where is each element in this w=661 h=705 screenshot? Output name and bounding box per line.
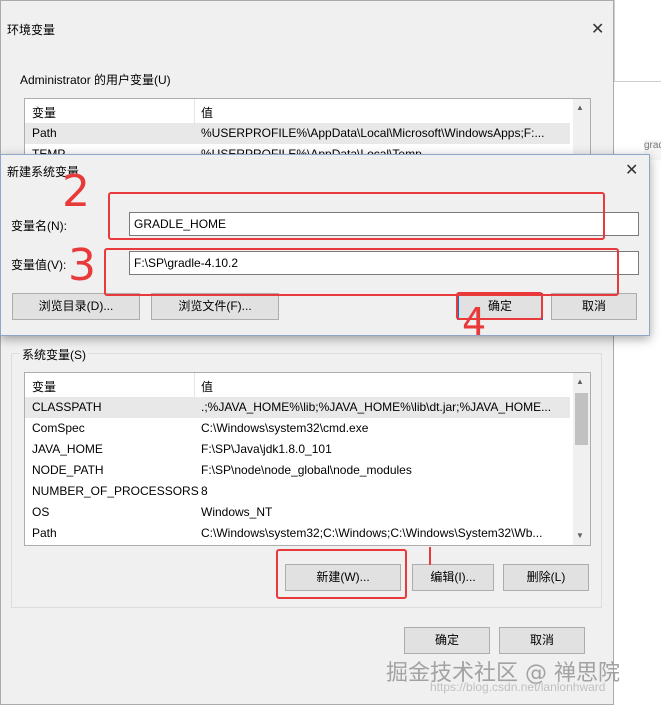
delete-button[interactable]: 删除(L) bbox=[503, 564, 589, 591]
column-header-variable[interactable]: 变量 bbox=[32, 104, 56, 121]
list-row[interactable]: Path %USERPROFILE%\AppData\Local\Microso… bbox=[25, 123, 570, 144]
scroll-up-icon[interactable]: ▲ bbox=[576, 377, 584, 386]
user-variables-list[interactable]: 变量 值 Path %USERPROFILE%\AppData\Local\Mi… bbox=[24, 98, 591, 160]
annotation-step-4: 4 bbox=[462, 300, 487, 344]
list-row[interactable]: NODE_PATH F:\SP\node\node_global\node_mo… bbox=[25, 460, 570, 481]
variable-name: Path bbox=[32, 526, 57, 540]
scroll-up-icon[interactable]: ▲ bbox=[576, 103, 584, 112]
annotation-step-3: 3 bbox=[68, 240, 96, 291]
env-variables-window: 环境变量 ✕ Administrator 的用户变量(U) 变量 值 Path … bbox=[0, 0, 614, 705]
system-variables-label: 系统变量(S) bbox=[20, 346, 88, 363]
variable-value: %USERPROFILE%\AppData\Local\Microsoft\Wi… bbox=[201, 126, 545, 140]
variable-value: Windows_NT bbox=[201, 505, 273, 519]
list-row[interactable]: OS Windows_NT bbox=[25, 502, 570, 523]
list-row[interactable]: NUMBER_OF_PROCESSORS 8 bbox=[25, 481, 570, 502]
variable-value: C:\Windows\system32;C:\Windows;C:\Window… bbox=[201, 526, 543, 540]
vertical-scrollbar[interactable]: ▲ ▼ bbox=[573, 373, 590, 545]
dialog-cancel-button[interactable]: 取消 bbox=[551, 293, 637, 320]
column-header-variable[interactable]: 变量 bbox=[32, 378, 56, 395]
list-header: 变量 值 bbox=[25, 99, 570, 124]
scroll-thumb[interactable] bbox=[575, 393, 588, 445]
column-header-value[interactable]: 值 bbox=[201, 104, 213, 121]
list-header: 变量 值 bbox=[25, 373, 570, 398]
user-variables-label: Administrator 的用户变量(U) bbox=[20, 73, 171, 87]
variable-name: ComSpec bbox=[32, 421, 85, 435]
list-row[interactable]: CLASSPATH .;%JAVA_HOME%\lib;%JAVA_HOME%\… bbox=[25, 397, 570, 418]
variable-value-label: 变量值(V): bbox=[11, 258, 67, 272]
vertical-scrollbar[interactable]: ▲ bbox=[573, 99, 590, 159]
variable-value: 8 bbox=[201, 484, 208, 498]
variable-value: .;%JAVA_HOME%\lib;%JAVA_HOME%\lib\dt.jar… bbox=[201, 400, 552, 414]
browse-directory-button[interactable]: 浏览目录(D)... bbox=[12, 293, 140, 320]
annotation-tick bbox=[429, 547, 431, 565]
variable-name: JAVA_HOME bbox=[32, 442, 103, 456]
annotation-box-value bbox=[104, 248, 619, 296]
watermark-url: https://blog.csdn.net/lanlonhward bbox=[430, 680, 606, 694]
list-row[interactable]: ComSpec C:\Windows\system32\cmd.exe bbox=[25, 418, 570, 439]
background-window bbox=[614, 0, 661, 82]
ok-button[interactable]: 确定 bbox=[404, 627, 490, 654]
variable-name: CLASSPATH bbox=[32, 400, 102, 414]
window-title: 环境变量 bbox=[7, 23, 56, 37]
variable-name: NODE_PATH bbox=[32, 463, 104, 477]
variable-name: OS bbox=[32, 505, 50, 519]
variable-name: NUMBER_OF_PROCESSORS bbox=[32, 484, 199, 498]
list-row[interactable]: Path C:\Windows\system32;C:\Windows;C:\W… bbox=[25, 523, 570, 544]
scroll-down-icon[interactable]: ▼ bbox=[576, 531, 584, 540]
browse-file-button[interactable]: 浏览文件(F)... bbox=[151, 293, 279, 320]
variable-name-label: 变量名(N): bbox=[11, 219, 67, 233]
close-icon[interactable]: ✕ bbox=[625, 160, 638, 180]
variable-name: Path bbox=[32, 126, 57, 140]
column-header-value[interactable]: 值 bbox=[201, 378, 213, 395]
system-variables-list[interactable]: 变量 值 CLASSPATH .;%JAVA_HOME%\lib;%JAVA_H… bbox=[24, 372, 591, 546]
close-icon[interactable]: ✕ bbox=[591, 19, 604, 39]
variable-value: F:\SP\node\node_global\node_modules bbox=[201, 463, 412, 477]
new-system-variable-dialog: 新建系统变量 ✕ 变量名(N): GRADLE_HOME 变量值(V): F:\… bbox=[0, 154, 650, 336]
list-row[interactable]: JAVA_HOME F:\SP\Java\jdk1.8.0_101 bbox=[25, 439, 570, 460]
variable-value: F:\SP\Java\jdk1.8.0_101 bbox=[201, 442, 332, 456]
cancel-button[interactable]: 取消 bbox=[499, 627, 585, 654]
annotation-step-2: 2 bbox=[62, 166, 90, 217]
annotation-box-name bbox=[108, 192, 605, 240]
edit-button[interactable]: 编辑(I)... bbox=[412, 564, 494, 591]
variable-value: C:\Windows\system32\cmd.exe bbox=[201, 421, 369, 435]
annotation-box-new bbox=[276, 549, 407, 599]
